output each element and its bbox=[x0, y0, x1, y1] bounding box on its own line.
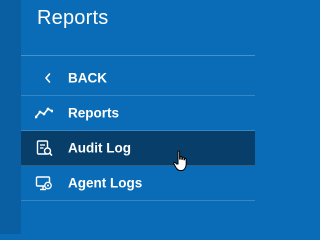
reports-panel: Reports BACK Reports Audit Log Agent Log… bbox=[21, 0, 255, 234]
panel-header: Reports bbox=[21, 0, 255, 56]
menu-item-label: Reports bbox=[68, 105, 120, 121]
menu-item-label: Audit Log bbox=[68, 140, 131, 156]
menu-item-audit-log[interactable]: Audit Log bbox=[21, 131, 255, 166]
hand-cursor-icon bbox=[173, 150, 189, 172]
back-label: BACK bbox=[68, 70, 107, 86]
line-chart-icon bbox=[35, 104, 53, 122]
menu-item-agent-logs[interactable]: Agent Logs bbox=[21, 166, 255, 201]
left-rail bbox=[0, 0, 21, 234]
side-menu: BACK Reports Audit Log Agent Logs bbox=[21, 61, 255, 201]
page-title: Reports bbox=[37, 7, 109, 29]
agent-logs-icon bbox=[35, 174, 53, 192]
back-button[interactable]: BACK bbox=[21, 61, 255, 96]
menu-item-reports[interactable]: Reports bbox=[21, 96, 255, 131]
chevron-left-icon bbox=[39, 69, 57, 87]
menu-item-label: Agent Logs bbox=[68, 175, 143, 191]
screenshot-frame: Reports BACK Reports Audit Log Agent Log… bbox=[0, 0, 255, 234]
audit-log-icon bbox=[35, 139, 53, 157]
